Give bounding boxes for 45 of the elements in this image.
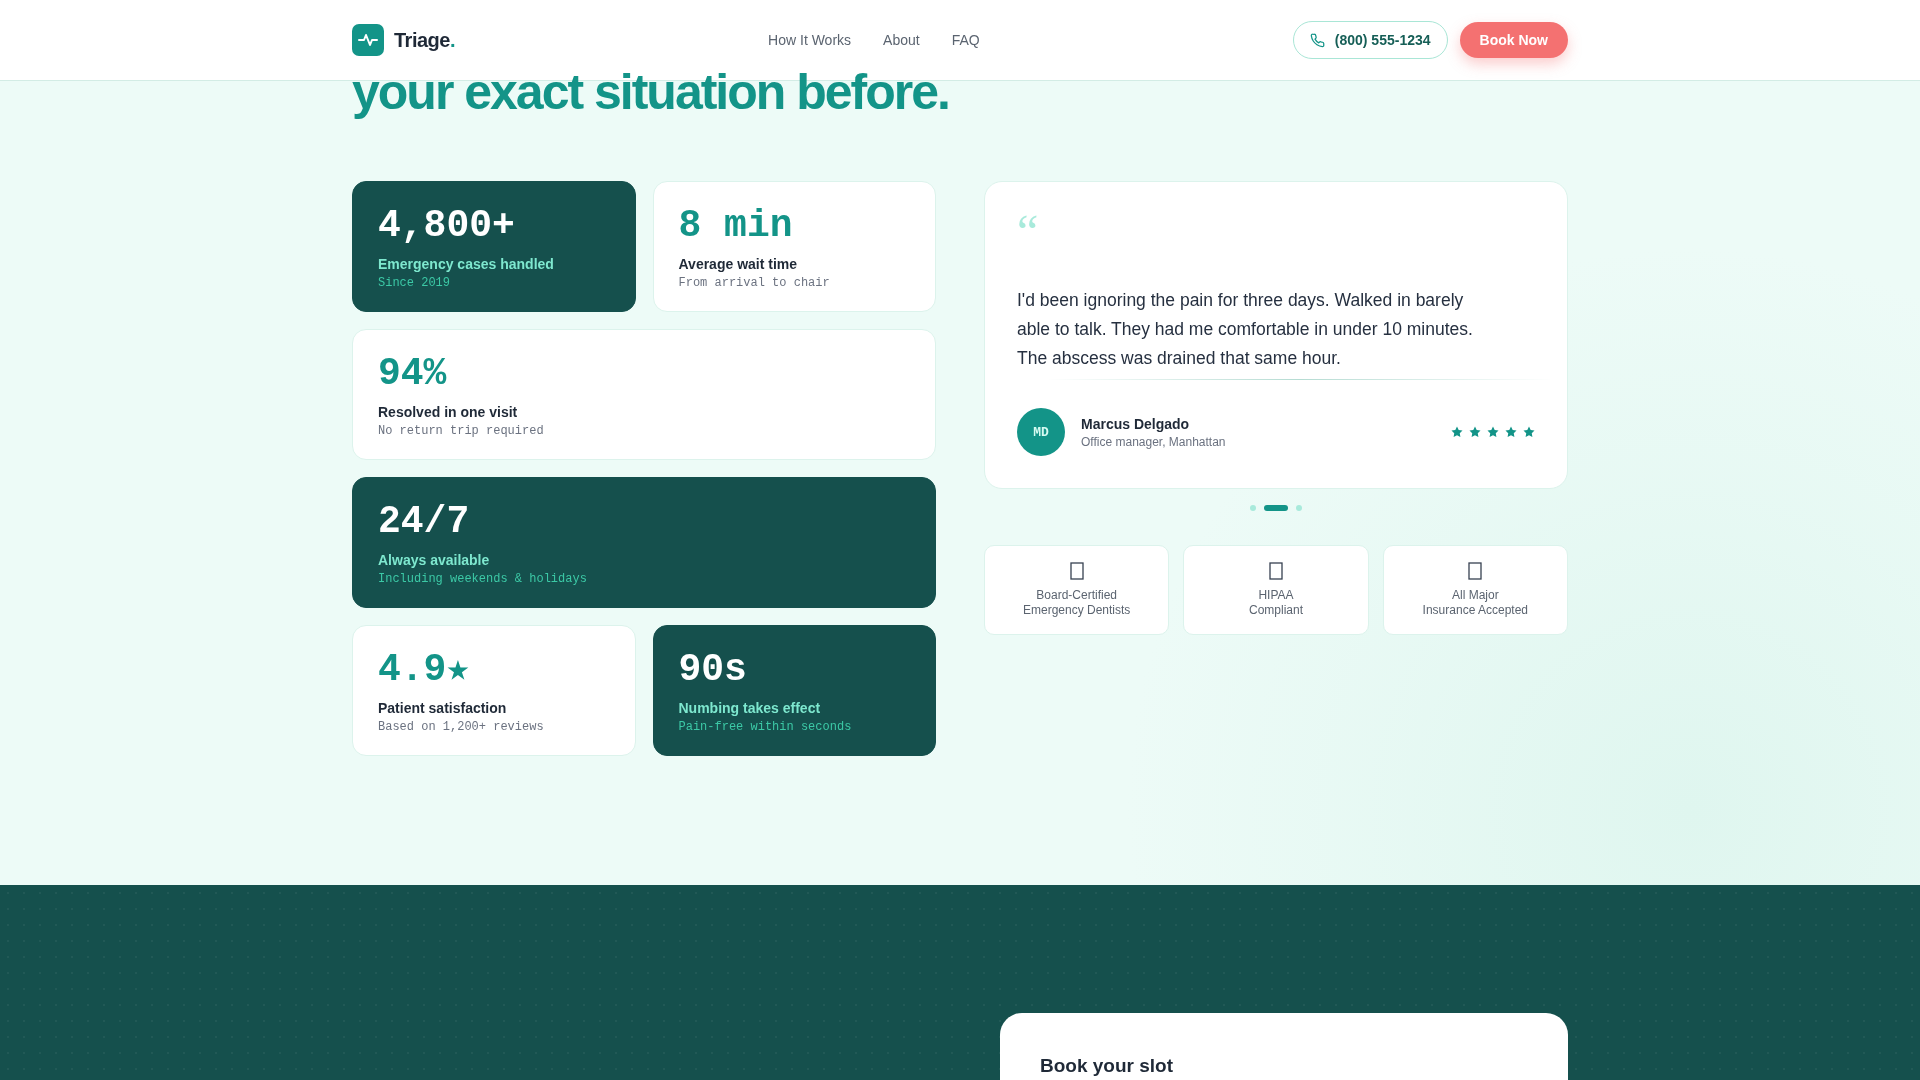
avatar: MD	[1017, 408, 1065, 456]
phone-icon	[1309, 32, 1325, 48]
stat-caption: Since 2019	[378, 276, 451, 290]
stat-value: 24/7	[378, 500, 471, 544]
reviewer-role: Office manager, Manhattan	[1081, 434, 1226, 449]
badge-text: Board-Certified Emergency Dentists	[1022, 588, 1131, 618]
star-icon	[1451, 426, 1463, 438]
stat-label: Always available	[378, 552, 491, 568]
logo-text[interactable]: Triage.	[394, 28, 455, 52]
stat-value: 4,800+	[378, 204, 516, 248]
empty-box-icon	[1069, 562, 1084, 580]
star-icon	[1469, 426, 1481, 438]
stat-caption: Based on 1,200+ reviews	[378, 720, 545, 734]
stat-caption: No return trip required	[378, 424, 545, 438]
star-icon	[1487, 426, 1499, 438]
pulse-logo-icon[interactable]	[352, 24, 384, 56]
stat-label: Average wait time	[678, 256, 799, 272]
booking-title: Book your slot	[1040, 1055, 1174, 1077]
carousel-dot[interactable]	[1250, 505, 1256, 511]
stat-label: Resolved in one visit	[378, 404, 519, 420]
stat-label: Numbing takes effect	[678, 700, 822, 716]
testimonial-text: I'd been ignoring the pain for three days. Walked in barely able to talk. They had me comfortable in under 10 minutes. The abscess was drained that same hour.	[1017, 289, 1474, 370]
stat-caption: Pain-free within seconds	[678, 720, 853, 734]
phone-button[interactable]: (800) 555-1234	[1292, 21, 1448, 59]
empty-box-icon	[1468, 562, 1483, 580]
empty-box-icon	[1269, 562, 1283, 580]
badge-text: HIPAA Compliant	[1248, 588, 1303, 618]
carousel-dot[interactable]	[1296, 505, 1302, 511]
nav-link[interactable]: About	[883, 32, 920, 48]
stat-label: Emergency cases handled	[378, 256, 555, 272]
stat-value: 4.9★	[378, 648, 471, 692]
quote-mark: “	[1017, 208, 1040, 248]
hero-heading: your exact situation before.	[352, 67, 950, 117]
star-icon	[1523, 426, 1535, 438]
stat-caption: Including weekends & holidays	[378, 572, 588, 586]
nav-link[interactable]: FAQ	[951, 32, 980, 48]
badge-text: All Major Insurance Accepted	[1422, 588, 1528, 618]
star-icon	[1505, 426, 1517, 438]
reviewer-name: Marcus Delgado	[1081, 415, 1191, 432]
stat-value: 94%	[378, 352, 448, 396]
stat-label: Patient satisfaction	[378, 700, 508, 716]
stat-value: 8 min	[678, 204, 794, 248]
stat-caption: From arrival to chair	[678, 276, 831, 290]
stat-value: 90s	[678, 648, 748, 692]
nav-link[interactable]: How It Works	[768, 32, 852, 48]
